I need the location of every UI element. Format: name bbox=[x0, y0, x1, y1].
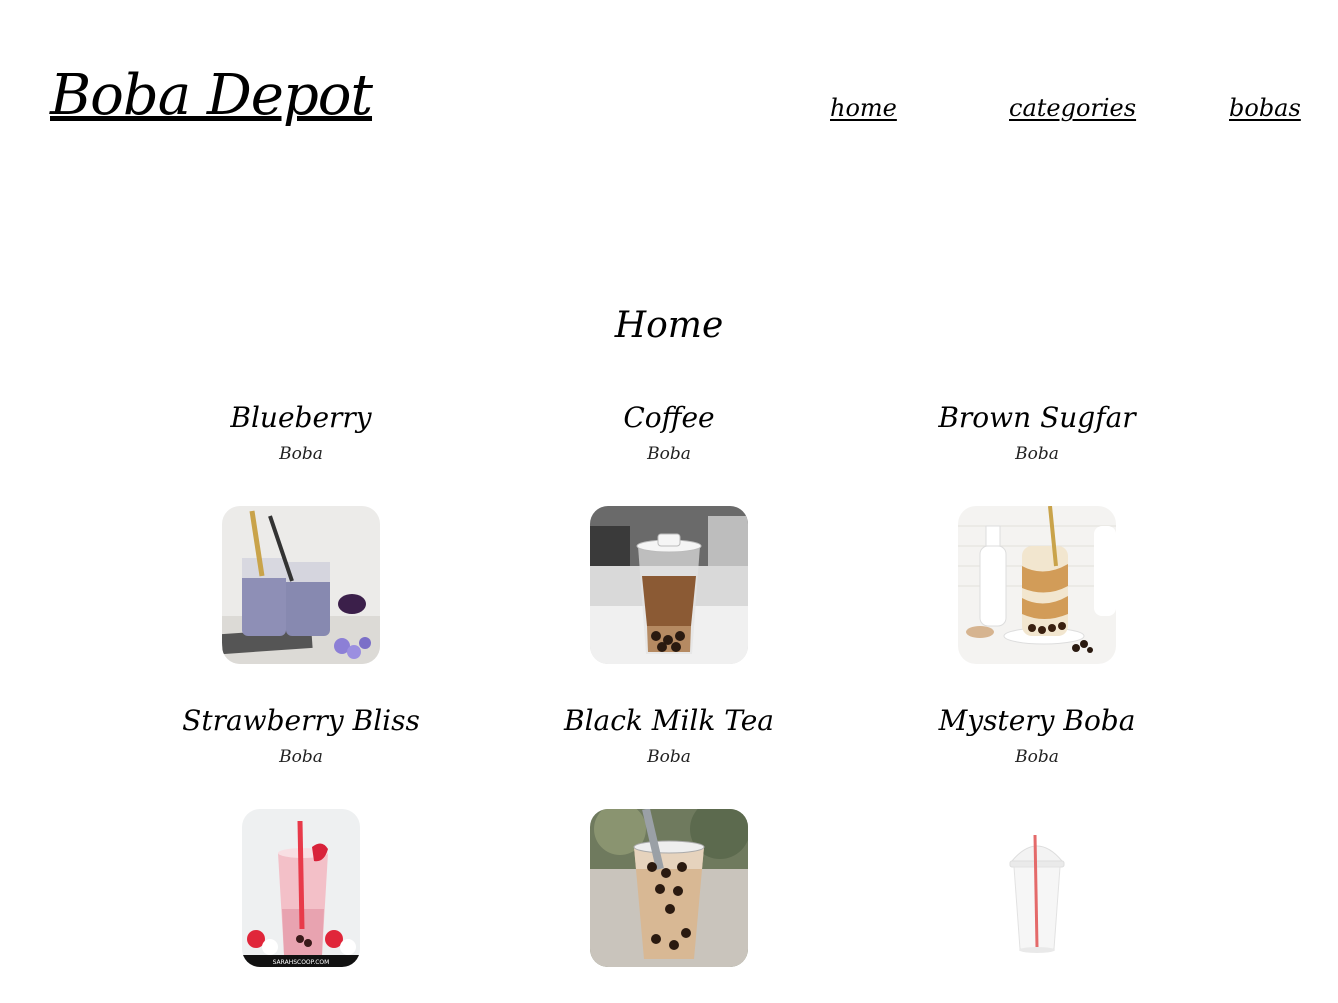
coffee-photo-graphic bbox=[590, 506, 748, 664]
boba-name: Brown Sugfar bbox=[938, 401, 1136, 434]
nav-link-categories[interactable]: categories bbox=[1009, 96, 1136, 120]
nav-link-home[interactable]: home bbox=[830, 96, 897, 120]
brown-sugar-photo-graphic bbox=[958, 506, 1116, 664]
boba-name: Strawberry Bliss bbox=[182, 704, 420, 737]
black-milk-tea-photo[interactable] bbox=[590, 809, 748, 967]
boba-name: Coffee bbox=[623, 401, 715, 434]
boba-category: Boba bbox=[1015, 747, 1059, 767]
boba-card-blueberry[interactable]: Blueberry Boba bbox=[117, 400, 485, 703]
boba-category: Boba bbox=[279, 747, 323, 767]
boba-category: Boba bbox=[647, 747, 691, 767]
boba-category: Boba bbox=[279, 444, 323, 464]
boba-name: Mystery Boba bbox=[938, 704, 1136, 737]
strawberry-photo-graphic: SARAHSCOOP.COM bbox=[242, 809, 360, 967]
brown-sugar-boba-photo[interactable] bbox=[958, 506, 1116, 664]
blueberry-boba-photo[interactable] bbox=[222, 506, 380, 664]
page: Boba Depot home categories bobas Home Bl… bbox=[0, 0, 1338, 1003]
boba-card-coffee[interactable]: Coffee Boba bbox=[485, 400, 853, 703]
nav-link-bobas[interactable]: bobas bbox=[1229, 96, 1301, 120]
boba-category: Boba bbox=[1015, 444, 1059, 464]
boba-grid: Blueberry Boba Coffee Boba Brown Sugfar … bbox=[117, 400, 1221, 1003]
empty-cup-photo[interactable] bbox=[958, 809, 1116, 967]
coffee-boba-photo[interactable] bbox=[590, 506, 748, 664]
boba-card-strawberry-bliss[interactable]: Strawberry Bliss Boba SARAHSCOOP.COM bbox=[117, 703, 485, 1003]
black-milk-tea-photo-graphic bbox=[590, 809, 748, 967]
boba-card-black-milk-tea[interactable]: Black Milk Tea Boba bbox=[485, 703, 853, 1003]
boba-name: Black Milk Tea bbox=[564, 704, 774, 737]
boba-category: Boba bbox=[647, 444, 691, 464]
main-nav: home categories bobas bbox=[0, 96, 1338, 136]
page-title: Home bbox=[614, 305, 724, 346]
empty-cup-graphic bbox=[958, 809, 1116, 967]
boba-name: Blueberry bbox=[230, 401, 372, 434]
boba-card-mystery-boba[interactable]: Mystery Boba Boba bbox=[853, 703, 1221, 1003]
strawberry-boba-photo[interactable]: SARAHSCOOP.COM bbox=[242, 809, 360, 967]
svg-text:SARAHSCOOP.COM: SARAHSCOOP.COM bbox=[273, 959, 330, 966]
blueberry-photo-graphic bbox=[222, 506, 380, 664]
boba-card-brown-sugar[interactable]: Brown Sugfar Boba bbox=[853, 400, 1221, 703]
